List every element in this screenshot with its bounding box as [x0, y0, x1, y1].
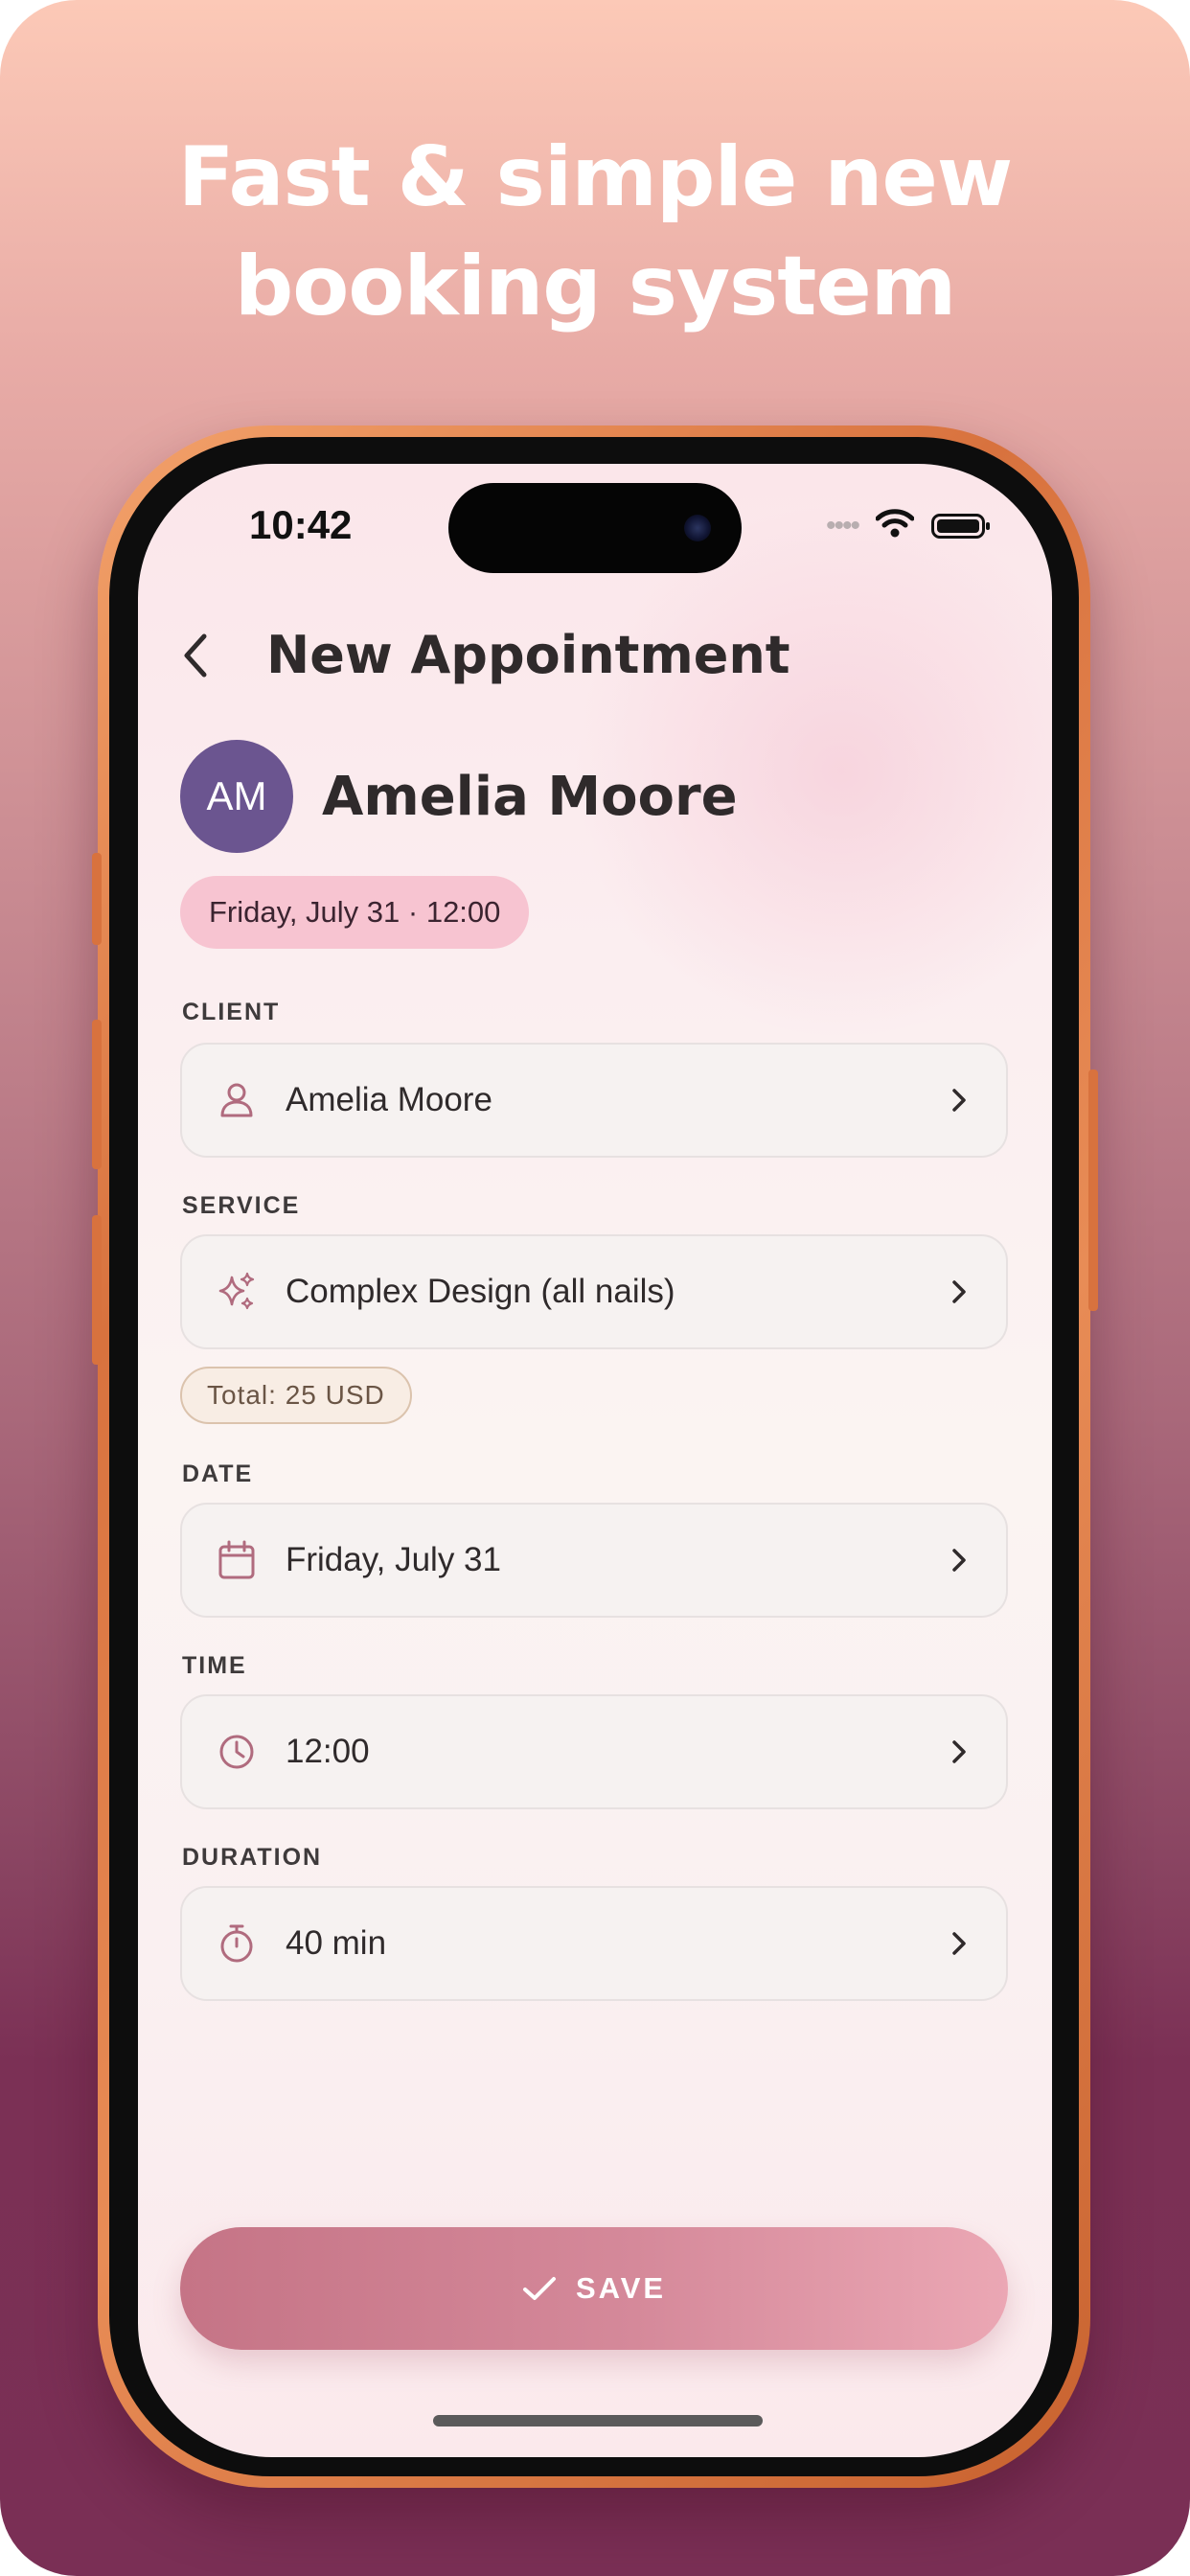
dynamic-island [448, 483, 742, 573]
client-value: Amelia Moore [286, 1081, 492, 1118]
chevron-right-icon [952, 1089, 966, 1112]
calendar-icon [217, 1540, 257, 1580]
duration-label: DURATION [182, 1844, 323, 1871]
side-button-volume-down [92, 1215, 102, 1365]
date-value: Friday, July 31 [286, 1541, 501, 1578]
chevron-left-icon [184, 633, 207, 677]
status-time: 10:42 [249, 502, 353, 547]
save-label: SAVE [575, 2271, 667, 2305]
time-label: TIME [182, 1652, 247, 1679]
sparkles-icon [217, 1272, 257, 1312]
datetime-pill: Friday, July 31 · 12:00 [180, 876, 530, 949]
promo-headline: Fast & simple new booking system [0, 123, 1190, 341]
time-value: 12:00 [286, 1733, 370, 1770]
promo-canvas: Fast & simple new booking system 10:42 •… [0, 0, 1190, 2576]
stopwatch-icon [217, 1923, 257, 1964]
status-icons: •••• [825, 508, 990, 543]
clock-icon [217, 1732, 257, 1772]
service-field[interactable]: Complex Design (all nails) [180, 1234, 1008, 1349]
chevron-right-icon [952, 1740, 966, 1763]
service-label: SERVICE [182, 1192, 301, 1219]
back-button[interactable] [167, 627, 224, 684]
client-field[interactable]: Amelia Moore [180, 1043, 1008, 1158]
person-icon [217, 1080, 257, 1120]
total-badge: Total: 25 USD [180, 1367, 412, 1424]
front-camera-icon [684, 515, 711, 541]
duration-value: 40 min [286, 1924, 387, 1962]
side-button-action [92, 853, 102, 945]
wifi-icon [875, 508, 915, 543]
side-button-volume-up [92, 1020, 102, 1169]
save-button[interactable]: SAVE [180, 2227, 1008, 2350]
headline-line-1: Fast & simple new [177, 129, 1014, 225]
home-indicator [433, 2415, 763, 2426]
client-name-heading: Amelia Moore [322, 765, 738, 828]
check-icon [522, 2277, 556, 2300]
client-header: AM Amelia Moore [180, 740, 738, 853]
chevron-right-icon [952, 1932, 966, 1955]
battery-icon [931, 513, 990, 539]
client-label: CLIENT [182, 999, 281, 1025]
date-field[interactable]: Friday, July 31 [180, 1503, 1008, 1618]
phone-screen: 10:42 •••• New Appointment AM Amelia Moo… [138, 464, 1052, 2457]
signal-dots-icon: •••• [825, 509, 860, 541]
chevron-right-icon [952, 1549, 966, 1572]
nav-bar: New Appointment [167, 625, 790, 685]
duration-field[interactable]: 40 min [180, 1886, 1008, 2001]
avatar: AM [180, 740, 293, 853]
chevron-right-icon [952, 1280, 966, 1303]
side-button-power [1088, 1070, 1098, 1311]
service-value: Complex Design (all nails) [286, 1273, 675, 1310]
headline-line-2: booking system [234, 239, 957, 334]
page-title: New Appointment [266, 625, 790, 685]
time-field[interactable]: 12:00 [180, 1694, 1008, 1809]
date-label: DATE [182, 1460, 254, 1487]
